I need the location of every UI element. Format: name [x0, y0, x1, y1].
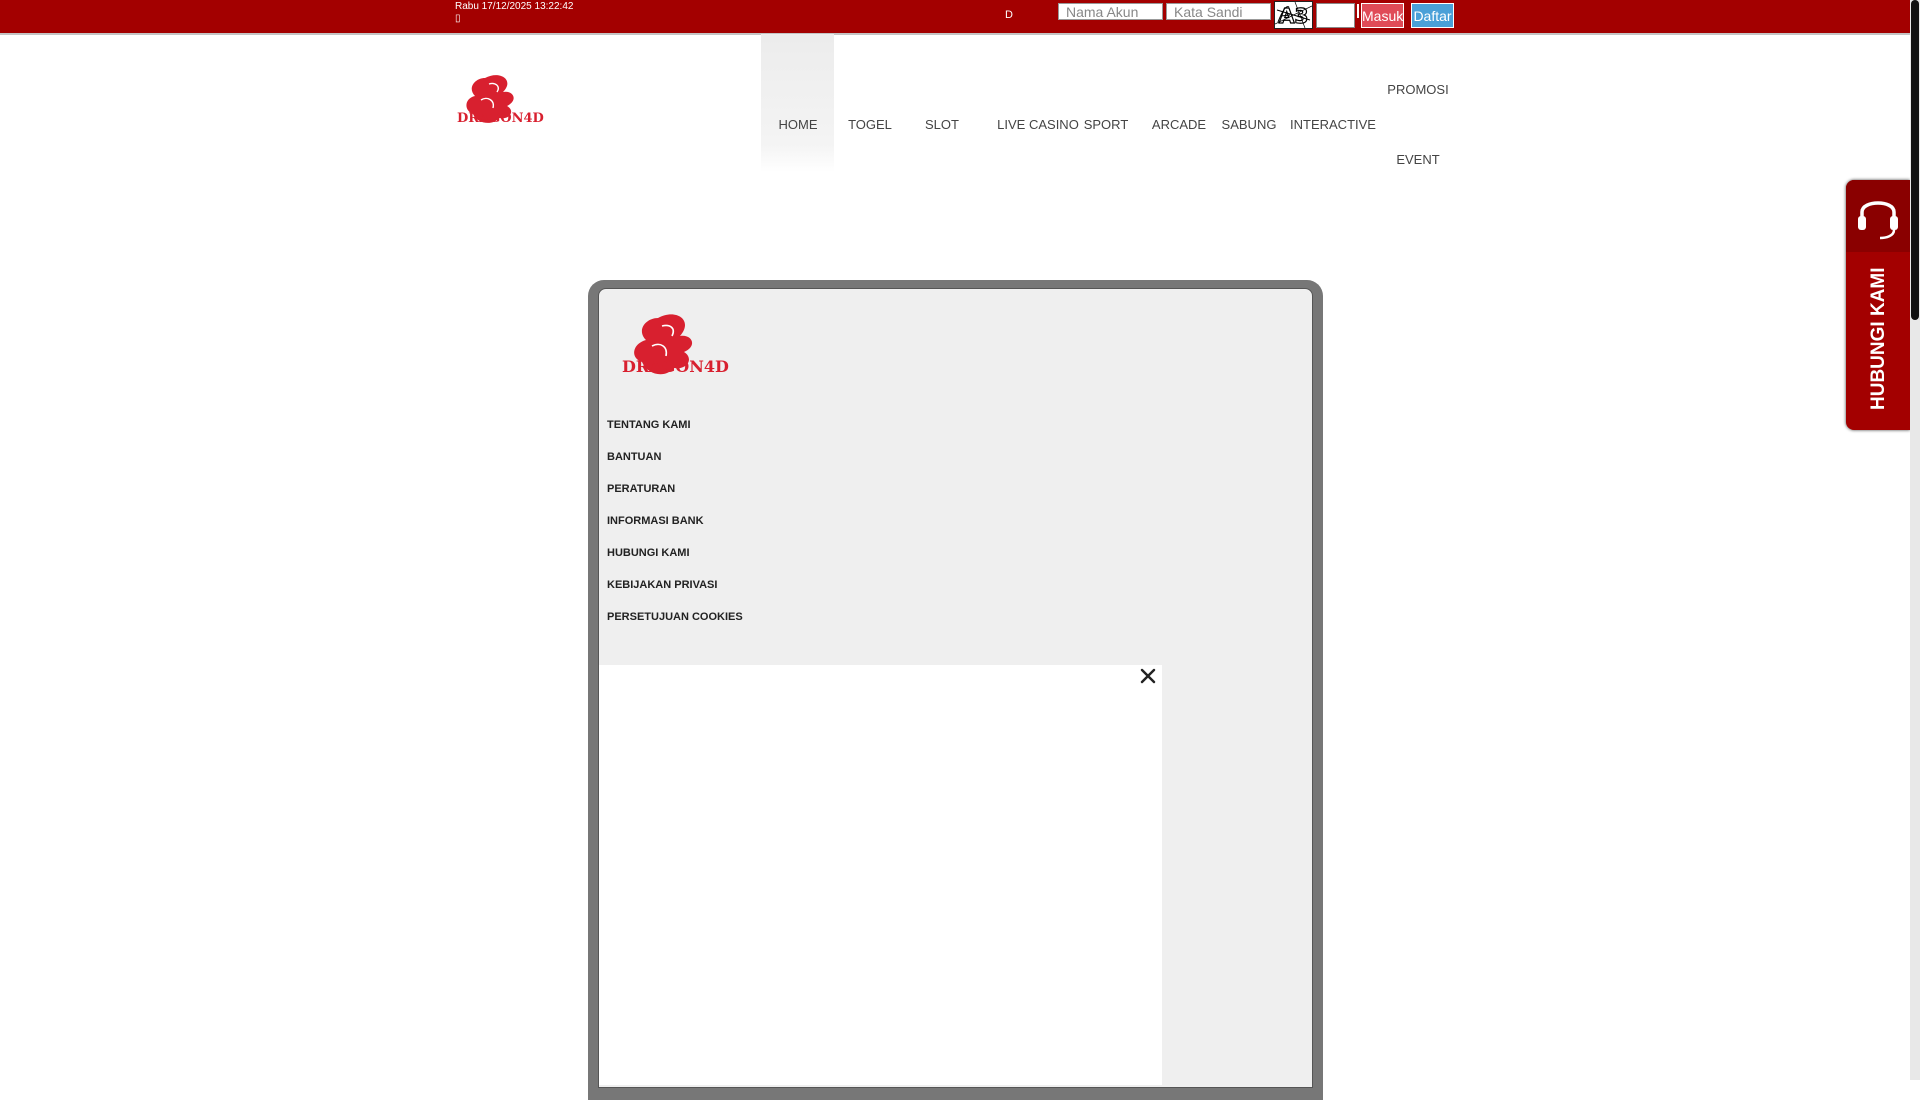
captcha-image: A3: [1274, 1, 1313, 29]
nav-promosi[interactable]: PROMOSI: [1384, 82, 1452, 97]
password-input[interactable]: [1166, 3, 1271, 20]
nav-slot[interactable]: SLOT: [920, 117, 964, 132]
divider: [1357, 4, 1359, 18]
menu-persetujuan-cookies[interactable]: PERSETUJUAN COOKIES: [607, 611, 743, 623]
username-input[interactable]: [1058, 3, 1163, 20]
status-glyph: ▯: [455, 13, 461, 24]
nav-event[interactable]: EVENT: [1384, 152, 1452, 167]
menu-tentang-kami[interactable]: TENTANG KAMI: [607, 419, 691, 431]
nav-sabung[interactable]: SABUNG: [1218, 117, 1280, 132]
top-bar: [0, 0, 1910, 35]
content-frame: [599, 665, 1162, 1085]
widget-label-holder: HUBUNGI KAMI: [1846, 180, 1910, 430]
nav-arcade[interactable]: ARCADE: [1148, 117, 1210, 132]
language-selector[interactable]: D: [1005, 9, 1013, 21]
menu-bantuan[interactable]: BANTUAN: [607, 451, 661, 463]
scrollbar-thumb[interactable]: [1911, 0, 1919, 320]
nav-sport[interactable]: SPORT: [1078, 117, 1134, 132]
nav-interactive[interactable]: INTERACTIVE: [1288, 117, 1378, 132]
menu-peraturan[interactable]: PERATURAN: [607, 483, 675, 495]
captcha-text: A3: [1279, 4, 1308, 28]
logo-text: DRAGON4D: [457, 111, 544, 126]
nav-home-highlight: [761, 34, 834, 172]
widget-label: HUBUNGI KAMI: [1868, 267, 1889, 411]
nav-togel[interactable]: TOGEL: [846, 117, 894, 132]
login-button[interactable]: Masuk: [1361, 3, 1404, 28]
close-icon[interactable]: [1136, 664, 1160, 688]
nav-home[interactable]: HOME: [776, 117, 820, 132]
register-button[interactable]: Daftar: [1411, 3, 1454, 28]
datetime-text: Rabu 17/12/2025 13:22:42: [455, 1, 574, 12]
menu-hubungi-kami[interactable]: HUBUNGI KAMI: [607, 547, 690, 559]
modal-logo-text: DRAGON4D: [622, 357, 729, 376]
menu-kebijakan-privasi[interactable]: KEBIJAKAN PRIVASI: [607, 579, 717, 591]
brand-logo[interactable]: DRAGON4D: [455, 70, 561, 136]
captcha-input[interactable]: [1316, 3, 1355, 28]
modal-logo: DRAGON4D: [620, 308, 746, 390]
menu-informasi-bank[interactable]: INFORMASI BANK: [607, 515, 704, 527]
